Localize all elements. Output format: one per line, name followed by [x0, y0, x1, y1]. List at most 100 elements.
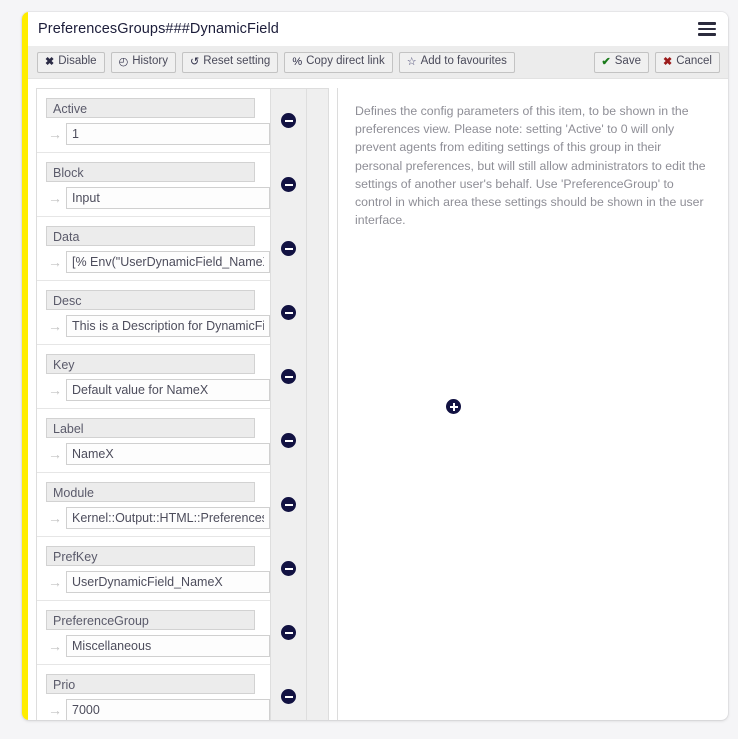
check-icon: ✔	[601, 55, 611, 68]
setting-row-label: PreferenceGroup	[46, 610, 255, 630]
setting-row-label: Block	[46, 162, 255, 182]
setting-row-input-line: →	[46, 187, 270, 209]
page-title: PreferencesGroups###DynamicField	[38, 21, 279, 37]
add-item-button[interactable]	[446, 399, 461, 414]
disable-button[interactable]: ✖ Disable	[37, 51, 105, 73]
hamburger-icon[interactable]	[698, 22, 716, 36]
setting-row: Active →	[37, 89, 270, 153]
setting-value-input[interactable]	[66, 507, 270, 529]
arrow-right-icon: →	[48, 254, 62, 270]
setting-row-input-line: →	[46, 315, 270, 337]
toolbar-right-group: ✔ Save ✖ Cancel	[593, 51, 720, 73]
setting-row: Desc →	[37, 281, 270, 345]
setting-row-label: Label	[46, 418, 255, 438]
disable-button-label: Disable	[58, 55, 97, 68]
setting-value-input[interactable]	[66, 635, 270, 657]
remove-item-button[interactable]	[271, 537, 306, 601]
setting-row-input-line: →	[46, 443, 270, 465]
arrow-right-icon: →	[48, 702, 62, 718]
setting-row-input-line: →	[46, 379, 270, 401]
setting-value-input[interactable]	[66, 315, 270, 337]
setting-row-label: Data	[46, 226, 255, 246]
arrow-right-icon: →	[48, 190, 62, 206]
save-button-label: Save	[614, 55, 641, 68]
remove-item-button[interactable]	[271, 409, 306, 473]
setting-value-input[interactable]	[66, 251, 270, 273]
arrow-right-icon: →	[48, 382, 62, 398]
add-circle-icon[interactable]	[446, 399, 461, 414]
setting-row: Module →	[37, 473, 270, 537]
remove-circle-icon[interactable]	[281, 625, 296, 640]
link-icon: %	[292, 55, 303, 68]
add-to-favourites-button[interactable]: ☆ Add to favourites	[398, 51, 515, 73]
setting-row-label: Desc	[46, 290, 255, 310]
vertical-scrollbar[interactable]	[306, 89, 328, 720]
save-button[interactable]: ✔ Save	[593, 51, 649, 73]
setting-value-input[interactable]	[66, 699, 270, 720]
remove-item-button[interactable]	[271, 217, 306, 281]
widget-header: PreferencesGroups###DynamicField	[28, 12, 728, 46]
setting-row-label: PrefKey	[46, 546, 255, 566]
setting-row-input-line: →	[46, 699, 270, 720]
reset-setting-button[interactable]: ↺ Reset setting	[181, 51, 279, 73]
setting-row-input-line: →	[46, 571, 270, 593]
setting-row: PrefKey →	[37, 537, 270, 601]
setting-row: PreferenceGroup →	[37, 601, 270, 665]
remove-circle-icon[interactable]	[281, 561, 296, 576]
remove-circle-icon[interactable]	[281, 369, 296, 384]
remove-item-button[interactable]	[271, 281, 306, 345]
history-button-label: History	[132, 55, 168, 68]
setting-row: Prio →	[37, 665, 270, 720]
remove-item-button[interactable]	[271, 601, 306, 665]
reset-icon: ↺	[189, 55, 200, 68]
remove-item-button[interactable]	[271, 89, 306, 153]
setting-value-input[interactable]	[66, 187, 270, 209]
arrow-right-icon: →	[48, 318, 62, 334]
settings-rows: Active → Block → Data → Desc → Key → Label → Module →…	[37, 89, 270, 720]
setting-row: Key →	[37, 345, 270, 409]
clock-icon: ◴	[118, 55, 129, 68]
copy-direct-link-button-label: Copy direct link	[306, 55, 385, 68]
add-to-favourites-button-label: Add to favourites	[420, 55, 507, 68]
remove-circle-icon[interactable]	[281, 241, 296, 256]
remove-item-button[interactable]	[271, 153, 306, 217]
arrow-right-icon: →	[48, 126, 62, 142]
setting-widget: PreferencesGroups###DynamicField ✖ Disab…	[22, 12, 728, 720]
setting-value-input[interactable]	[66, 443, 270, 465]
setting-row-input-line: →	[46, 507, 270, 529]
setting-row-label: Module	[46, 482, 255, 502]
widget-body: Active → Block → Data → Desc → Key → Label → Module →…	[28, 79, 728, 720]
setting-value-input[interactable]	[66, 123, 270, 145]
remove-buttons-column	[270, 89, 306, 720]
remove-item-button[interactable]	[271, 473, 306, 537]
settings-form-pane: Active → Block → Data → Desc → Key → Label → Module →…	[28, 79, 461, 720]
history-button[interactable]: ◴ History	[110, 51, 176, 73]
setting-value-input[interactable]	[66, 571, 270, 593]
modified-indicator-stripe	[22, 12, 28, 720]
remove-circle-icon[interactable]	[281, 113, 296, 128]
setting-row: Block →	[37, 153, 270, 217]
copy-direct-link-button[interactable]: % Copy direct link	[284, 51, 393, 73]
star-outline-icon: ☆	[406, 55, 417, 68]
cancel-button-label: Cancel	[676, 55, 712, 68]
x-icon: ✖	[45, 55, 55, 68]
setting-row: Label →	[37, 409, 270, 473]
remove-circle-icon[interactable]	[281, 433, 296, 448]
setting-row: Data →	[37, 217, 270, 281]
reset-setting-button-label: Reset setting	[203, 55, 271, 68]
remove-item-button[interactable]	[271, 665, 306, 720]
setting-row-label: Active	[46, 98, 255, 118]
x-icon: ✖	[662, 55, 673, 68]
cancel-button[interactable]: ✖ Cancel	[654, 51, 720, 73]
remove-circle-icon[interactable]	[281, 305, 296, 320]
setting-value-input[interactable]	[66, 379, 270, 401]
remove-circle-icon[interactable]	[281, 689, 296, 704]
setting-row-label: Key	[46, 354, 255, 374]
remove-circle-icon[interactable]	[281, 177, 296, 192]
setting-row-input-line: →	[46, 123, 270, 145]
toolbar: ✖ Disable ◴ History ↺ Reset setting % Co…	[28, 46, 728, 79]
remove-circle-icon[interactable]	[281, 497, 296, 512]
remove-item-button[interactable]	[271, 345, 306, 409]
setting-row-input-line: →	[46, 635, 270, 657]
settings-form: Active → Block → Data → Desc → Key → Label → Module →…	[36, 88, 329, 720]
